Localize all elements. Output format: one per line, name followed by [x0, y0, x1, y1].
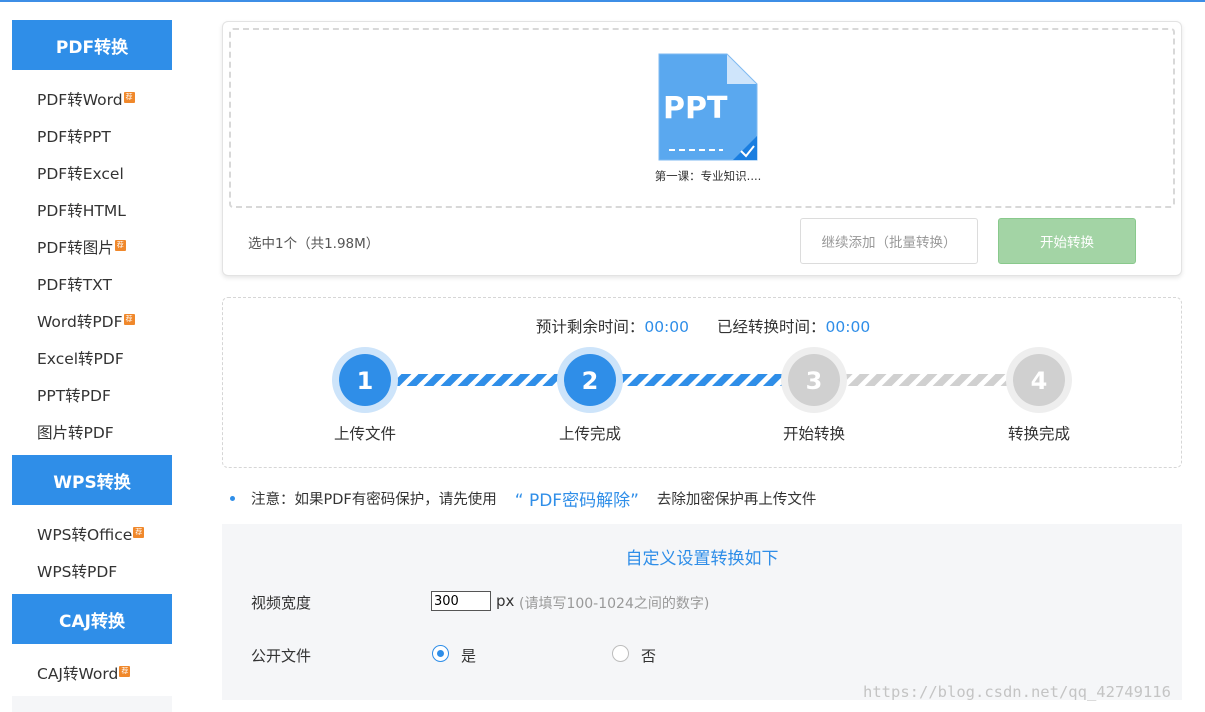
progress-card: 预计剩余时间：00:00 已经转换时间：00:00 1234 上传文件 上传完成 …	[222, 297, 1182, 468]
step-4-number: 4	[1031, 367, 1048, 395]
bullet-icon	[230, 496, 235, 501]
watermark: https://blog.csdn.net/qq_42749116	[863, 683, 1171, 701]
sidebar-item-ppt-to-pdf[interactable]: PPT转PDF	[12, 376, 172, 413]
step-connector-2	[614, 374, 790, 386]
public-no-radio[interactable]	[612, 645, 629, 662]
file-name: 第一课：专业知识....	[654, 169, 762, 183]
step-1-number: 1	[357, 367, 374, 395]
pdf-password-remove-link[interactable]: “ PDF密码解除”	[515, 486, 639, 511]
sidebar-item-pdf-to-image[interactable]: PDF转图片荐	[12, 228, 172, 265]
ppt-file-icon: PPT	[658, 53, 758, 161]
file-dropzone[interactable]: PPT 第一课：专业知识....	[229, 28, 1175, 208]
sidebar-item-caj-to-word[interactable]: CAJ转Word 荐	[12, 654, 172, 691]
public-no-label[interactable]: 否	[641, 645, 656, 666]
sidebar-item-pdf-to-html[interactable]: PDF转HTML	[12, 191, 172, 228]
step-connector-1	[389, 374, 566, 386]
selected-file-info: 选中1个（共1.98M）	[248, 236, 380, 252]
sidebar-item-wps-to-pdf[interactable]: WPS转PDF	[12, 552, 172, 589]
continue-add-button[interactable]: 继续添加（批量转换）	[800, 218, 978, 264]
step-4-label: 转换完成	[1007, 425, 1070, 443]
step-3-number: 3	[806, 367, 823, 395]
sidebar-item-wps-to-office[interactable]: WPS转Office 荐	[12, 515, 172, 552]
sidebar-item-pdf-to-txt[interactable]: PDF转TXT	[12, 265, 172, 302]
step-1-label: 上传文件	[333, 425, 396, 443]
sidebar-item-word-to-pdf[interactable]: Word转PDF 荐	[12, 302, 172, 339]
sidebar: PDF转换 PDF转Word 荐 PDF转PPT PDF转Excel PDF转HT…	[12, 20, 172, 712]
step-connector-3	[838, 374, 1015, 386]
notice-suffix: 去除加密保护再上传文件	[656, 492, 817, 508]
password-notice: 注意：如果PDF有密码保护，请先使用 “ PDF密码解除” 去除加密保护再上传文…	[230, 486, 816, 511]
custom-settings-panel: 自定义设置转换如下 视频宽度 px (请填写100-1024之间的数字) 公开文…	[222, 524, 1182, 700]
video-width-hint: (请填写100-1024之间的数字)	[519, 596, 710, 612]
sidebar-item-excel-to-pdf[interactable]: Excel转PDF	[12, 339, 172, 376]
sidebar-group-wps-title: WPS转换	[12, 455, 172, 505]
step-2-number: 2	[582, 367, 599, 395]
sidebar-group-caj-list: CAJ转Word 荐	[12, 644, 172, 696]
vip-badge-icon: 荐	[123, 91, 135, 103]
sidebar-item-pdf-to-ppt[interactable]: PDF转PPT	[12, 117, 172, 154]
vip-badge-icon: 荐	[119, 665, 131, 677]
file-type-text: PPT	[663, 91, 728, 126]
vip-badge-icon: 荐	[123, 313, 135, 325]
video-width-input[interactable]	[431, 591, 491, 611]
public-file-label: 公开文件	[251, 647, 312, 665]
settings-title: 自定义设置转换如下	[625, 549, 779, 569]
upload-card: PPT 第一课：专业知识.... 选中1个（共1.98M） 继续添加（批量转换）…	[222, 21, 1182, 276]
sidebar-group-caj-title: CAJ转换	[12, 594, 172, 644]
top-accent-line	[0, 0, 1205, 2]
sidebar-group-pdf-title: PDF转换	[12, 20, 172, 70]
public-yes-radio[interactable]	[432, 645, 449, 662]
video-width-label: 视频宽度	[251, 594, 312, 612]
public-yes-label[interactable]: 是	[461, 645, 476, 666]
vip-badge-icon: 荐	[114, 239, 126, 251]
step-2-label: 上传完成	[558, 425, 621, 443]
sidebar-item-image-to-pdf[interactable]: 图片转PDF	[12, 413, 172, 450]
sidebar-item-pdf-to-word[interactable]: PDF转Word 荐	[12, 80, 172, 117]
video-width-unit: px	[496, 592, 515, 610]
start-convert-button[interactable]: 开始转换	[998, 218, 1136, 264]
sidebar-item-pdf-to-excel[interactable]: PDF转Excel	[12, 154, 172, 191]
sidebar-group-pdf-list: PDF转Word 荐 PDF转PPT PDF转Excel PDF转HTML PDF…	[12, 70, 172, 455]
step-3-label: 开始转换	[782, 425, 845, 443]
notice-prefix: 注意：如果PDF有密码保护，请先使用	[251, 492, 497, 508]
sidebar-group-wps-list: WPS转Office 荐 WPS转PDF	[12, 505, 172, 594]
file-thumbnail[interactable]: PPT	[655, 52, 759, 166]
vip-badge-icon: 荐	[133, 526, 145, 538]
